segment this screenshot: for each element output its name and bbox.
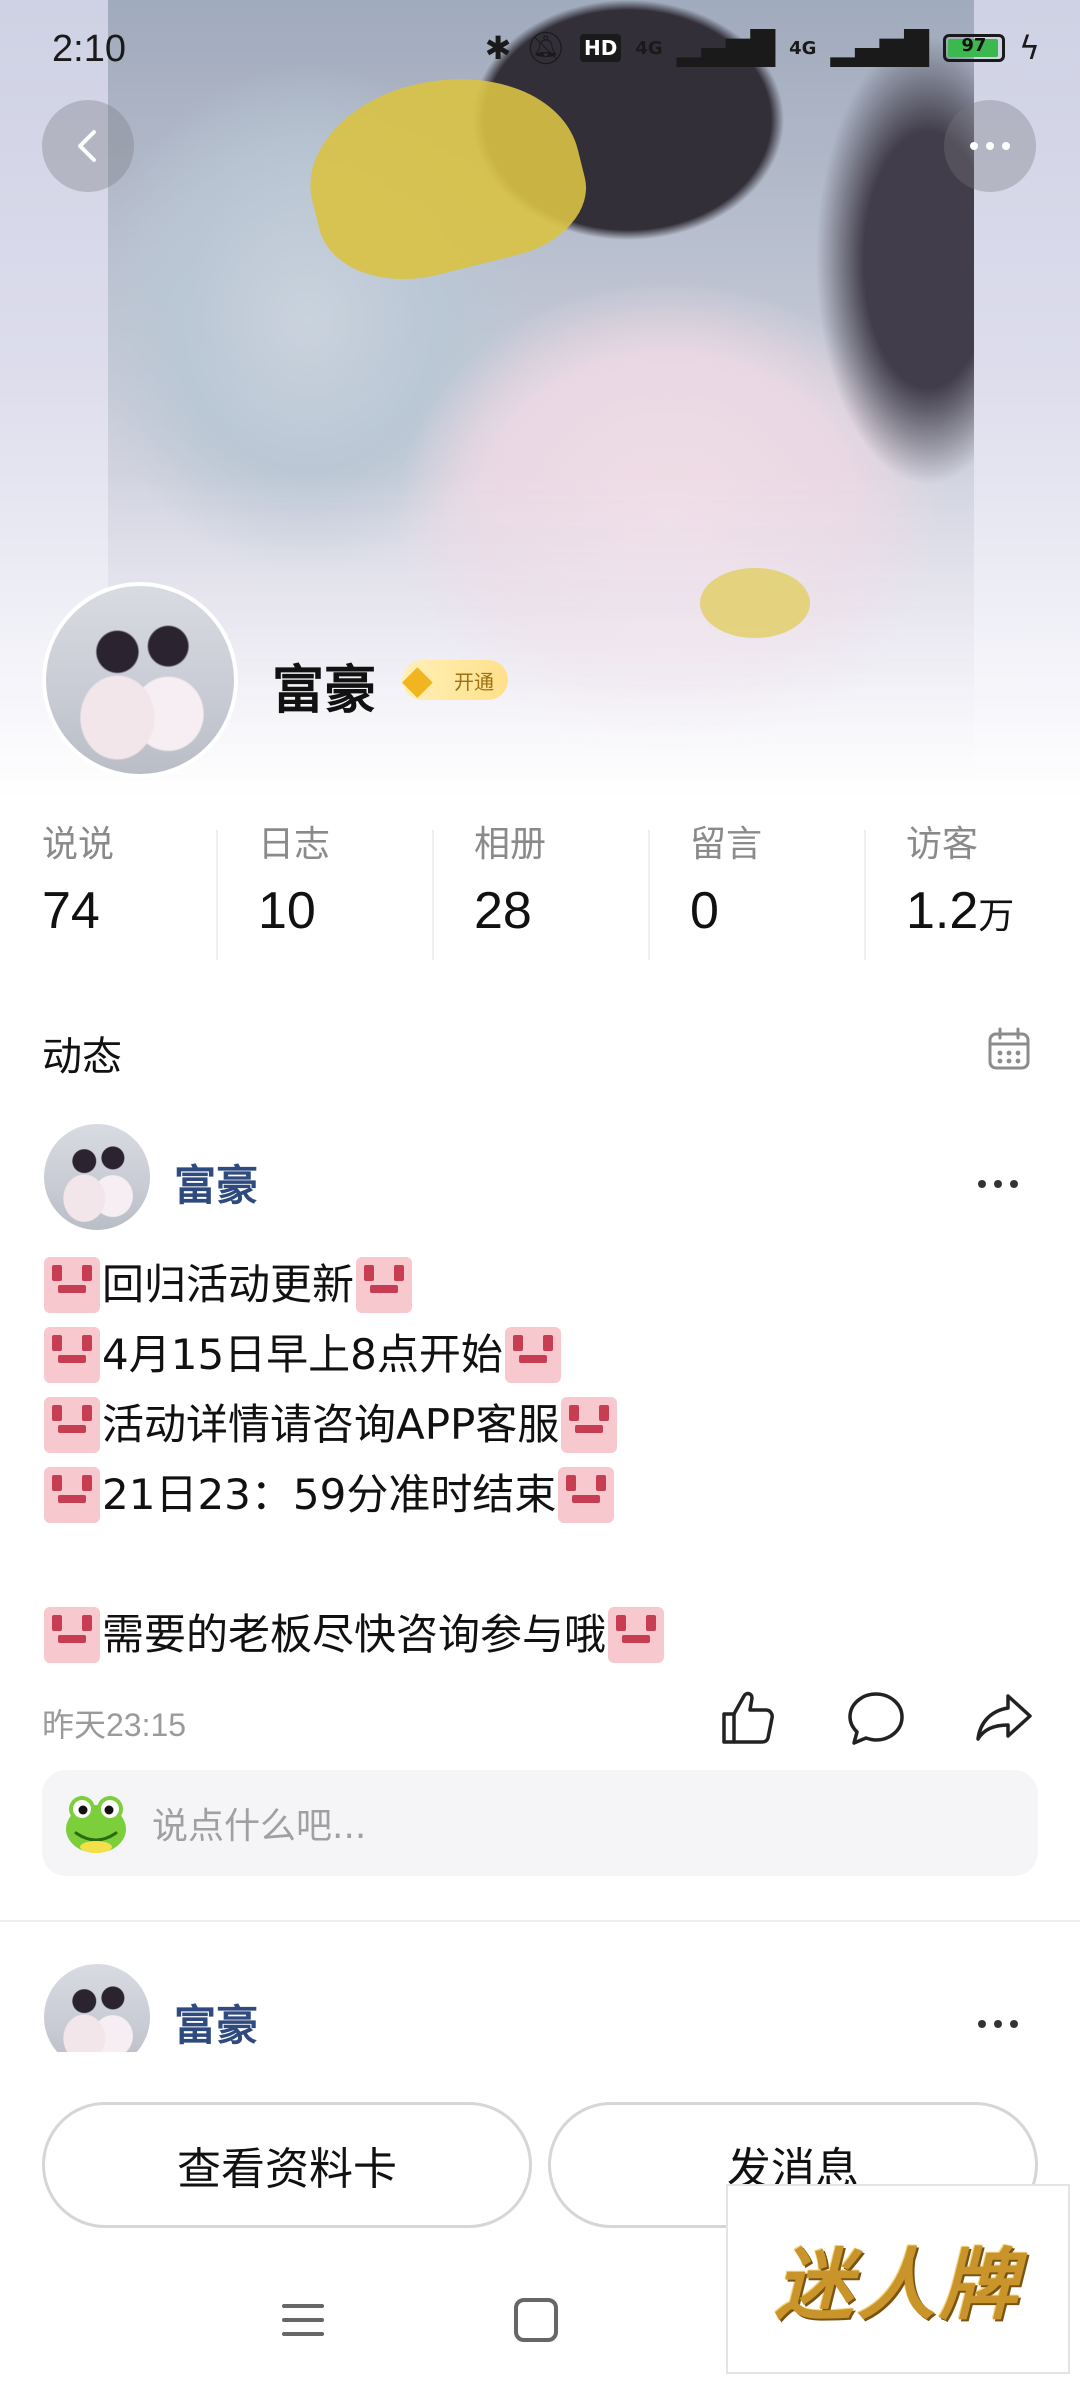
charging-icon: ϟ bbox=[1018, 29, 1040, 67]
status-bar: 2:10 ✱ 🔕︎ HD 4G ▂▄▆█ 4G ▂▄▆█ 97 ϟ bbox=[0, 0, 1080, 96]
stat-label: 访客 bbox=[906, 824, 979, 865]
calendar-icon[interactable] bbox=[986, 1026, 1032, 1072]
bunny-emoji-icon bbox=[608, 1607, 665, 1663]
more-icon bbox=[970, 142, 1010, 150]
divider bbox=[0, 1920, 1080, 1922]
network-type-1: 4G bbox=[635, 37, 663, 59]
network-type-2: 4G bbox=[789, 37, 817, 59]
more-icon bbox=[978, 2020, 1018, 2028]
stat-unit: 万 bbox=[978, 895, 1015, 936]
stat-label: 相册 bbox=[474, 824, 547, 865]
stat-label: 留言 bbox=[690, 824, 763, 865]
vip-label: 开通 bbox=[454, 669, 494, 694]
comment-icon[interactable] bbox=[844, 1686, 908, 1750]
frog-avatar-icon bbox=[66, 1796, 126, 1853]
battery-level: 97 bbox=[961, 35, 987, 56]
chevron-left-icon bbox=[78, 130, 96, 162]
bunny-emoji-icon bbox=[356, 1257, 413, 1313]
profile-avatar[interactable] bbox=[42, 582, 238, 778]
post-body: 回归活动更新 4月15日早上8点开始 活动详情请咨询APP客服 21日23：59… bbox=[42, 1250, 1042, 1670]
stat-value: 28 bbox=[474, 882, 532, 940]
stat-value: 1.2万 bbox=[906, 882, 1015, 940]
bunny-emoji-icon bbox=[504, 1327, 561, 1383]
mute-icon: 🔕︎ bbox=[525, 29, 567, 67]
battery-icon: 97 bbox=[942, 34, 1005, 62]
bunny-emoji-icon bbox=[44, 1467, 100, 1523]
post-avatar[interactable] bbox=[42, 1122, 152, 1232]
menu-icon[interactable] bbox=[280, 2300, 326, 2340]
post-line: 回归活动更新 bbox=[42, 1250, 1042, 1320]
more-icon bbox=[978, 1180, 1018, 1188]
more-button[interactable] bbox=[944, 100, 1036, 192]
signal-icon: ▂▄▆█ bbox=[830, 29, 929, 67]
post-line: 需要的老板尽快咨询参与哦 bbox=[42, 1600, 1042, 1670]
signal-icon: ▂▄▆█ bbox=[676, 29, 776, 67]
bunny-emoji-icon bbox=[44, 1397, 100, 1453]
stats-row: 说说 74 日志 10 相册 28 留言 0 访客 1.2万 bbox=[0, 820, 1080, 970]
post-line: 21日23：59分准时结束 bbox=[42, 1460, 1042, 1530]
stat-value: 10 bbox=[258, 882, 316, 940]
vip-badge[interactable]: ◆ 开通 bbox=[402, 657, 508, 703]
stat-value: 74 bbox=[42, 882, 100, 940]
back-button[interactable] bbox=[42, 100, 134, 192]
view-profile-card-button[interactable]: 查看资料卡 bbox=[42, 2102, 532, 2228]
post-line-blank bbox=[42, 1530, 1042, 1600]
stat-blog[interactable]: 日志 10 bbox=[216, 820, 432, 970]
status-time: 2:10 bbox=[52, 28, 126, 70]
stat-visitors[interactable]: 访客 1.2万 bbox=[864, 820, 1080, 970]
stat-posts[interactable]: 说说 74 bbox=[0, 820, 216, 970]
stat-messages[interactable]: 留言 0 bbox=[648, 820, 864, 970]
bunny-emoji-icon bbox=[44, 1327, 100, 1383]
hd-icon: HD bbox=[580, 34, 622, 62]
stat-value: 0 bbox=[690, 882, 719, 940]
bunny-emoji-icon bbox=[44, 1607, 100, 1663]
home-icon[interactable] bbox=[514, 2298, 558, 2342]
bunny-emoji-icon bbox=[44, 1257, 100, 1313]
watermark: 迷人牌 bbox=[726, 2184, 1070, 2374]
diamond-icon: ◆ bbox=[402, 657, 433, 703]
post-line: 4月15日早上8点开始 bbox=[42, 1320, 1042, 1390]
post-author[interactable]: 富豪 bbox=[174, 1152, 258, 1213]
post-more-button[interactable] bbox=[976, 1990, 1020, 2041]
post-time: 昨天23:15 bbox=[42, 1707, 187, 1743]
share-icon[interactable] bbox=[972, 1686, 1036, 1750]
stat-album[interactable]: 相册 28 bbox=[432, 820, 648, 970]
bunny-emoji-icon bbox=[558, 1467, 615, 1523]
watermark-text: 迷人牌 bbox=[774, 2240, 1021, 2331]
post-author[interactable]: 富豪 bbox=[174, 1992, 258, 2053]
like-icon[interactable] bbox=[716, 1686, 780, 1750]
profile-name: 富豪 bbox=[272, 661, 377, 721]
post-more-button[interactable] bbox=[976, 1150, 1020, 1201]
bunny-emoji-icon bbox=[561, 1397, 618, 1453]
comment-placeholder: 说点什么吧... bbox=[152, 1806, 367, 1847]
status-icons: ✱ 🔕︎ HD 4G ▂▄▆█ 4G ▂▄▆█ 97 ϟ bbox=[485, 28, 1040, 68]
cover-sticker-nose bbox=[700, 568, 810, 638]
bluetooth-icon: ✱ bbox=[484, 29, 512, 67]
stat-label: 日志 bbox=[258, 824, 331, 865]
post-line: 活动详情请咨询APP客服 bbox=[42, 1390, 1042, 1460]
feed-title: 动态 bbox=[42, 1034, 122, 1080]
comment-input[interactable]: 说点什么吧... bbox=[42, 1770, 1038, 1876]
stat-label: 说说 bbox=[42, 824, 115, 865]
